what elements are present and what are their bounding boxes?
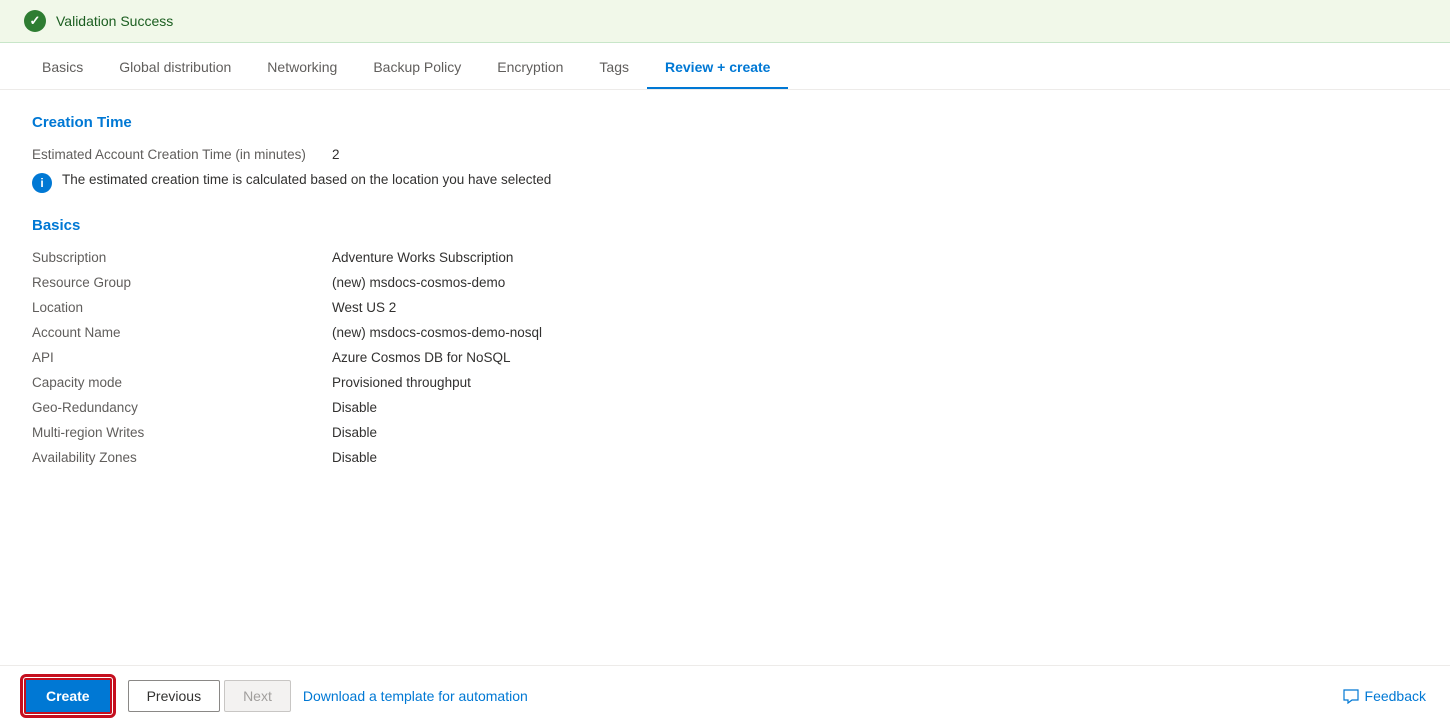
creation-time-label: Estimated Account Creation Time (in minu…	[32, 147, 332, 162]
previous-button[interactable]: Previous	[128, 680, 220, 712]
basics-section: Basics Subscription Adventure Works Subs…	[32, 217, 1418, 465]
tab-bar: Basics Global distribution Networking Ba…	[0, 43, 1450, 90]
tab-tags[interactable]: Tags	[581, 43, 647, 89]
geo-redundancy-value: Disable	[332, 400, 377, 415]
feedback-button[interactable]: Feedback	[1343, 688, 1426, 704]
nav-buttons: Previous Next	[128, 680, 291, 712]
account-name-label: Account Name	[32, 325, 332, 340]
availability-zones-value: Disable	[332, 450, 377, 465]
creation-time-section: Creation Time Estimated Account Creation…	[32, 114, 1418, 193]
info-note-text: The estimated creation time is calculate…	[62, 172, 551, 187]
geo-redundancy-label: Geo-Redundancy	[32, 400, 332, 415]
footer: Create Previous Next Download a template…	[0, 665, 1450, 725]
main-content: Creation Time Estimated Account Creation…	[0, 90, 1450, 555]
automation-link[interactable]: Download a template for automation	[291, 681, 540, 711]
account-name-value: (new) msdocs-cosmos-demo-nosql	[332, 325, 542, 340]
subscription-value: Adventure Works Subscription	[332, 250, 513, 265]
capacity-mode-value: Provisioned throughput	[332, 375, 471, 390]
validation-banner: Validation Success	[0, 0, 1450, 43]
api-label: API	[32, 350, 332, 365]
validation-text: Validation Success	[56, 13, 173, 29]
feedback-icon	[1343, 688, 1359, 704]
api-value: Azure Cosmos DB for NoSQL	[332, 350, 511, 365]
multi-region-writes-row: Multi-region Writes Disable	[32, 425, 1418, 440]
account-name-row: Account Name (new) msdocs-cosmos-demo-no…	[32, 325, 1418, 340]
resource-group-value: (new) msdocs-cosmos-demo	[332, 275, 505, 290]
availability-zones-label: Availability Zones	[32, 450, 332, 465]
creation-time-row: Estimated Account Creation Time (in minu…	[32, 147, 1418, 162]
tab-basics[interactable]: Basics	[24, 43, 101, 89]
location-value: West US 2	[332, 300, 396, 315]
create-button[interactable]: Create	[24, 678, 112, 714]
creation-time-note: i The estimated creation time is calcula…	[32, 172, 1418, 193]
resource-group-row: Resource Group (new) msdocs-cosmos-demo	[32, 275, 1418, 290]
capacity-mode-row: Capacity mode Provisioned throughput	[32, 375, 1418, 390]
availability-zones-row: Availability Zones Disable	[32, 450, 1418, 465]
resource-group-label: Resource Group	[32, 275, 332, 290]
subscription-row: Subscription Adventure Works Subscriptio…	[32, 250, 1418, 265]
api-row: API Azure Cosmos DB for NoSQL	[32, 350, 1418, 365]
feedback-label: Feedback	[1365, 688, 1426, 704]
tab-global-distribution[interactable]: Global distribution	[101, 43, 249, 89]
location-row: Location West US 2	[32, 300, 1418, 315]
tab-encryption[interactable]: Encryption	[479, 43, 581, 89]
multi-region-writes-value: Disable	[332, 425, 377, 440]
next-button: Next	[224, 680, 291, 712]
creation-time-heading: Creation Time	[32, 114, 1418, 131]
validation-check-icon	[24, 10, 46, 32]
basics-heading: Basics	[32, 217, 1418, 234]
capacity-mode-label: Capacity mode	[32, 375, 332, 390]
location-label: Location	[32, 300, 332, 315]
tab-backup-policy[interactable]: Backup Policy	[355, 43, 479, 89]
creation-time-value: 2	[332, 147, 340, 162]
tab-review-create[interactable]: Review + create	[647, 43, 788, 89]
info-icon: i	[32, 173, 52, 193]
subscription-label: Subscription	[32, 250, 332, 265]
geo-redundancy-row: Geo-Redundancy Disable	[32, 400, 1418, 415]
multi-region-writes-label: Multi-region Writes	[32, 425, 332, 440]
tab-networking[interactable]: Networking	[249, 43, 355, 89]
